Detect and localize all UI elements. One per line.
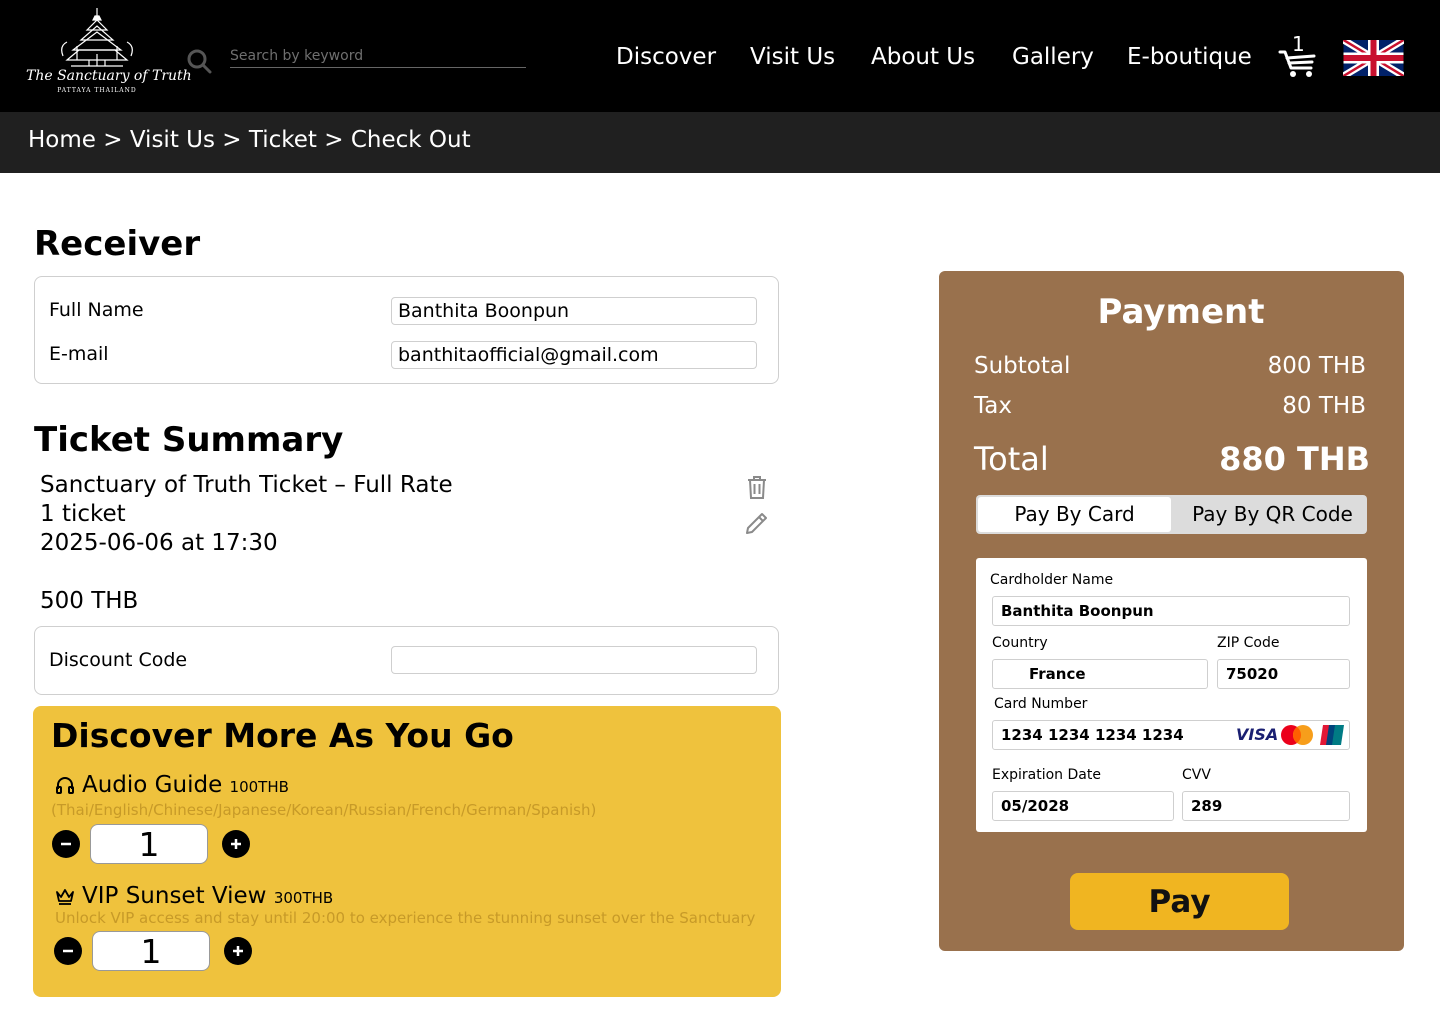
country-label: Country — [992, 635, 1048, 651]
vip-sunset-description: Unlock VIP access and stay until 20:00 t… — [55, 909, 756, 927]
payment-title: Payment — [1097, 292, 1265, 332]
card-brand-logos: VISA — [1236, 724, 1346, 746]
pencil-edit-icon[interactable] — [744, 510, 770, 536]
headphones-icon — [56, 777, 74, 794]
breadcrumb-separator: > — [103, 127, 123, 153]
tab-pay-by-qr-code[interactable]: Pay By QR Code — [1176, 497, 1369, 532]
search-icon[interactable] — [186, 48, 212, 74]
vip-sunset-name: VIP Sunset View — [82, 883, 267, 909]
total-label: Total — [974, 440, 1049, 478]
discount-code-field[interactable] — [391, 646, 757, 674]
breadcrumb-ticket[interactable]: Ticket — [249, 127, 317, 153]
tax-label: Tax — [974, 393, 1012, 419]
audio-guide-increment-button[interactable] — [222, 830, 250, 858]
plus-icon — [231, 839, 241, 849]
tax-value: 80 THB — [1282, 393, 1366, 419]
trash-icon[interactable] — [744, 474, 770, 500]
breadcrumb-home[interactable]: Home — [28, 127, 96, 153]
mastercard-icon — [1281, 725, 1313, 745]
breadcrumb-visit-us[interactable]: Visit Us — [130, 127, 215, 153]
nav-e-boutique[interactable]: E-boutique — [1127, 44, 1252, 70]
card-number-label: Card Number — [994, 696, 1088, 712]
full-name-label: Full Name — [49, 299, 144, 321]
audio-guide-name: Audio Guide — [82, 772, 223, 798]
breadcrumb-separator: > — [222, 127, 242, 153]
country-select[interactable] — [992, 659, 1208, 689]
cardholder-name-field[interactable] — [992, 596, 1350, 626]
discover-more-title: Discover More As You Go — [51, 716, 514, 755]
subtotal-value: 800 THB — [1267, 353, 1366, 379]
visa-icon: VISA — [1236, 725, 1279, 744]
ticket-name: Sanctuary of Truth Ticket – Full Rate — [40, 472, 453, 498]
discount-code-label: Discount Code — [49, 649, 188, 671]
audio-guide-decrement-button[interactable] — [52, 830, 80, 858]
cardholder-name-label: Cardholder Name — [990, 572, 1114, 588]
email-label: E-mail — [49, 343, 109, 365]
ticket-summary-title: Ticket Summary — [34, 420, 344, 460]
nav-gallery[interactable]: Gallery — [1012, 44, 1094, 70]
full-name-field[interactable] — [391, 297, 757, 325]
uk-flag-icon[interactable] — [1343, 40, 1404, 76]
audio-guide-title: Audio Guide 100THB — [82, 772, 289, 798]
vip-sunset-quantity-field[interactable] — [92, 931, 210, 971]
ticket-price: 500 THB — [40, 588, 139, 614]
receiver-title: Receiver — [34, 224, 201, 264]
vip-sunset-decrement-button[interactable] — [54, 937, 82, 965]
ticket-datetime: 2025-06-06 at 17:30 — [40, 530, 278, 556]
zip-code-label: ZIP Code — [1217, 635, 1280, 651]
expiration-date-field[interactable] — [992, 791, 1174, 821]
cart-icon — [1278, 50, 1316, 77]
temple-logo-icon — [61, 8, 133, 67]
search-input[interactable] — [230, 44, 526, 68]
total-value: 880 THB — [1219, 440, 1370, 478]
cvv-label: CVV — [1182, 767, 1211, 783]
minus-icon — [63, 949, 73, 953]
plus-icon — [233, 946, 243, 956]
audio-guide-description: (Thai/English/Chinese/Japanese/Korean/Ru… — [51, 801, 597, 819]
vip-sunset-increment-button[interactable] — [224, 937, 252, 965]
nav-about-us[interactable]: About Us — [871, 44, 975, 70]
logo-subtitle: PATTAYA THAILAND — [57, 87, 137, 94]
breadcrumb-check-out: Check Out — [350, 127, 471, 153]
zip-code-field[interactable] — [1217, 659, 1350, 689]
vip-sunset-title: VIP Sunset View 300THB — [82, 883, 333, 909]
logo-script-text: The Sanctuary of Truth — [26, 68, 192, 84]
vip-sunset-price: 300THB — [273, 889, 334, 907]
nav-visit-us[interactable]: Visit Us — [750, 44, 835, 70]
ticket-quantity: 1 ticket — [40, 501, 126, 527]
subtotal-label: Subtotal — [974, 353, 1071, 379]
pay-button[interactable]: Pay — [1070, 873, 1289, 930]
crown-icon — [56, 889, 74, 905]
tab-pay-by-card[interactable]: Pay By Card — [978, 497, 1171, 532]
unionpay-icon — [1320, 725, 1344, 745]
breadcrumb: Home > Visit Us > Ticket > Check Out — [28, 127, 471, 153]
nav-discover[interactable]: Discover — [616, 44, 716, 70]
cvv-field[interactable] — [1182, 791, 1350, 821]
breadcrumb-separator: > — [324, 127, 344, 153]
email-field[interactable] — [391, 341, 757, 369]
minus-icon — [61, 842, 71, 846]
cart-button[interactable]: 1 — [1278, 32, 1318, 80]
audio-guide-price: 100THB — [229, 778, 289, 796]
sanctuary-logo[interactable]: The Sanctuary of Truth PATTAYA THAILAND — [26, 6, 192, 98]
expiration-date-label: Expiration Date — [992, 767, 1101, 783]
audio-guide-quantity-field[interactable] — [90, 824, 208, 864]
